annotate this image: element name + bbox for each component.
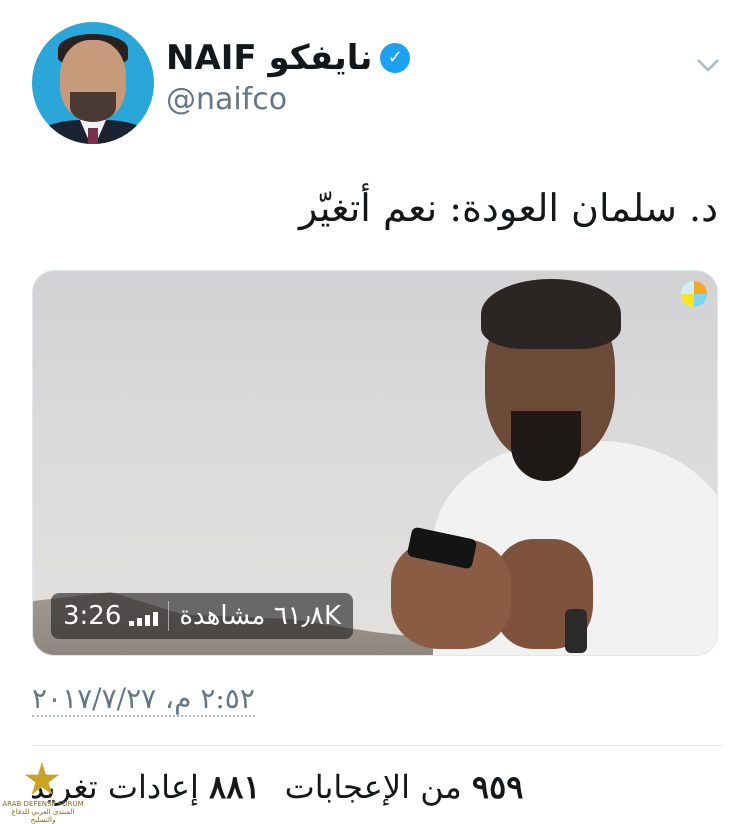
video-views: ٦١٫٨K مشاهدة bbox=[179, 601, 342, 631]
verified-badge-icon: ✓ bbox=[380, 43, 411, 73]
video-info-overlay: 3:26 ٦١٫٨K مشاهدة bbox=[51, 593, 354, 639]
likes-count: ٩٥٩ bbox=[471, 768, 524, 806]
divider bbox=[32, 745, 722, 746]
likes-stat[interactable]: ٩٥٩ من الإعجابات bbox=[285, 768, 524, 806]
signal-bars-icon bbox=[129, 606, 168, 626]
user-handle[interactable]: @naifco bbox=[166, 82, 287, 117]
display-name[interactable]: NAIF نايفكو ✓ bbox=[166, 36, 411, 80]
video-person-beard bbox=[511, 411, 581, 481]
engagement-stats: ٩٥٩ من الإعجابات ٨٨١ إعادات تغريد bbox=[30, 768, 523, 806]
avatar-beard bbox=[70, 92, 116, 122]
watermark-line2: المنتدى العربي للدفاع والتسليح bbox=[11, 808, 75, 824]
watermark-star-icon bbox=[24, 762, 60, 795]
avatar[interactable] bbox=[32, 22, 154, 144]
likes-label: من الإعجابات bbox=[284, 768, 462, 806]
display-name-text[interactable]: NAIF نايفكو bbox=[166, 36, 372, 80]
tweet-text: د. سلمان العودة: نعم أتغيّر bbox=[298, 186, 718, 230]
retweets-count: ٨٨١ bbox=[209, 768, 261, 806]
watermark-line1: ARAB DEFENSE FORUM bbox=[2, 800, 84, 808]
video-player[interactable]: 3:26 ٦١٫٨K مشاهدة bbox=[32, 270, 718, 656]
video-duration: 3:26 bbox=[63, 601, 122, 631]
watermark-text: ARAB DEFENSE FORUM المنتدى العربي للدفاع… bbox=[2, 800, 84, 824]
periscope-icon bbox=[681, 281, 707, 307]
avatar-tie bbox=[88, 128, 98, 144]
tweet-timestamp[interactable]: ٢:٥٢ م، ٢٠١٧/٧/٢٧ bbox=[32, 682, 255, 717]
watermark-logo: ARAB DEFENSE FORUM المنتدى العربي للدفاع… bbox=[2, 762, 84, 824]
chevron-svg bbox=[697, 59, 719, 72]
video-person-hair bbox=[481, 279, 621, 349]
chevron-down-icon[interactable] bbox=[694, 50, 722, 78]
video-watch bbox=[565, 609, 587, 653]
